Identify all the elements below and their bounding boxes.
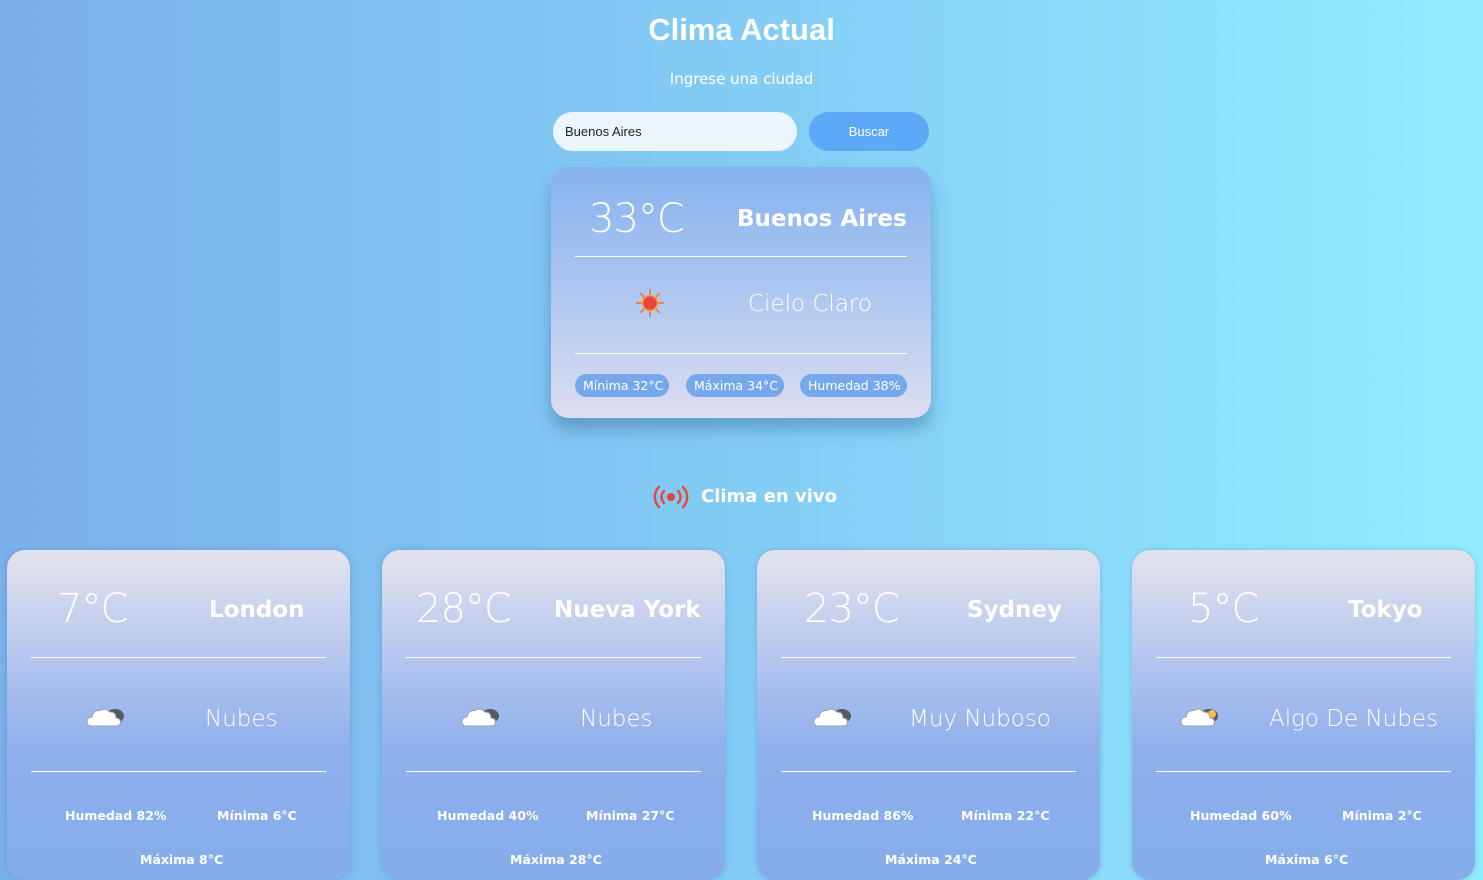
humidity-label: Humedad 82% bbox=[65, 808, 167, 823]
divider bbox=[31, 771, 326, 772]
min-temp-label: Mínima 27°C bbox=[586, 808, 675, 823]
min-temp-badge: Mínima 32°C bbox=[575, 374, 669, 397]
max-temp-label: Máxima 28°C bbox=[510, 852, 602, 867]
city-description: Muy Nuboso bbox=[909, 706, 1051, 732]
sun-icon bbox=[636, 289, 664, 317]
search-button[interactable]: Buscar bbox=[809, 112, 929, 151]
live-weather-label: Clima en vivo bbox=[701, 486, 838, 507]
city-description: Nubes bbox=[205, 706, 278, 732]
city-temperature: 23°C bbox=[804, 586, 900, 632]
city-temperature: 5°C bbox=[1188, 586, 1259, 632]
divider bbox=[406, 771, 701, 772]
city-name: Sydney bbox=[967, 597, 1062, 623]
city-card-london: 7°C London Nubes Humedad 82% Mínima 6°C … bbox=[7, 550, 350, 880]
humidity-badge: Humedad 38% bbox=[800, 374, 907, 397]
city-search-input[interactable] bbox=[553, 112, 797, 151]
current-description: Cielo Claro bbox=[748, 291, 872, 317]
city-temperature: 28°C bbox=[416, 586, 512, 632]
divider bbox=[575, 256, 907, 257]
city-temperature: 7°C bbox=[57, 586, 128, 632]
search-prompt: Ingrese una ciudad bbox=[669, 70, 814, 88]
current-city: Buenos Aires bbox=[737, 206, 907, 232]
humidity-label: Humedad 86% bbox=[812, 808, 914, 823]
divider bbox=[31, 657, 326, 658]
min-temp-label: Mínima 2°C bbox=[1342, 808, 1422, 823]
max-temp-label: Máxima 24°C bbox=[885, 852, 977, 867]
divider bbox=[575, 353, 907, 354]
humidity-label: Humedad 60% bbox=[1190, 808, 1292, 823]
cloud-icon bbox=[461, 708, 499, 727]
min-temp-label: Mínima 22°C bbox=[961, 808, 1050, 823]
divider bbox=[1156, 771, 1451, 772]
max-temp-label: Máxima 6°C bbox=[1265, 852, 1349, 867]
max-temp-label: Máxima 8°C bbox=[140, 852, 224, 867]
min-temp-label: Mínima 6°C bbox=[217, 808, 297, 823]
city-name: London bbox=[209, 597, 305, 623]
city-card-nueva-york: 28°C Nueva York Nubes Humedad 40% Mínima… bbox=[382, 550, 725, 880]
cloud-icon bbox=[813, 708, 851, 727]
city-description: Algo De Nubes bbox=[1269, 706, 1438, 732]
city-name: Nueva York bbox=[554, 597, 701, 623]
city-card-tokyo: 5°C Tokyo Algo De Nubes Humedad 60% Míni… bbox=[1132, 550, 1475, 880]
divider bbox=[406, 657, 701, 658]
page-title: Clima Actual bbox=[648, 12, 835, 47]
current-temperature: 33°C bbox=[589, 196, 685, 242]
city-description: Nubes bbox=[580, 706, 653, 732]
current-weather-card: 33°C Buenos Aires Cielo Claro Mínima 32°… bbox=[551, 167, 931, 418]
divider bbox=[781, 771, 1076, 772]
city-name: Tokyo bbox=[1348, 597, 1423, 623]
cloud-icon bbox=[86, 708, 124, 727]
live-broadcast-icon bbox=[653, 485, 689, 509]
divider bbox=[1156, 657, 1451, 658]
divider bbox=[781, 657, 1076, 658]
cloud-sun-icon bbox=[1180, 708, 1218, 727]
city-card-sydney: 23°C Sydney Muy Nuboso Humedad 86% Mínim… bbox=[757, 550, 1100, 880]
humidity-label: Humedad 40% bbox=[437, 808, 539, 823]
max-temp-badge: Máxima 34°C bbox=[686, 374, 784, 397]
